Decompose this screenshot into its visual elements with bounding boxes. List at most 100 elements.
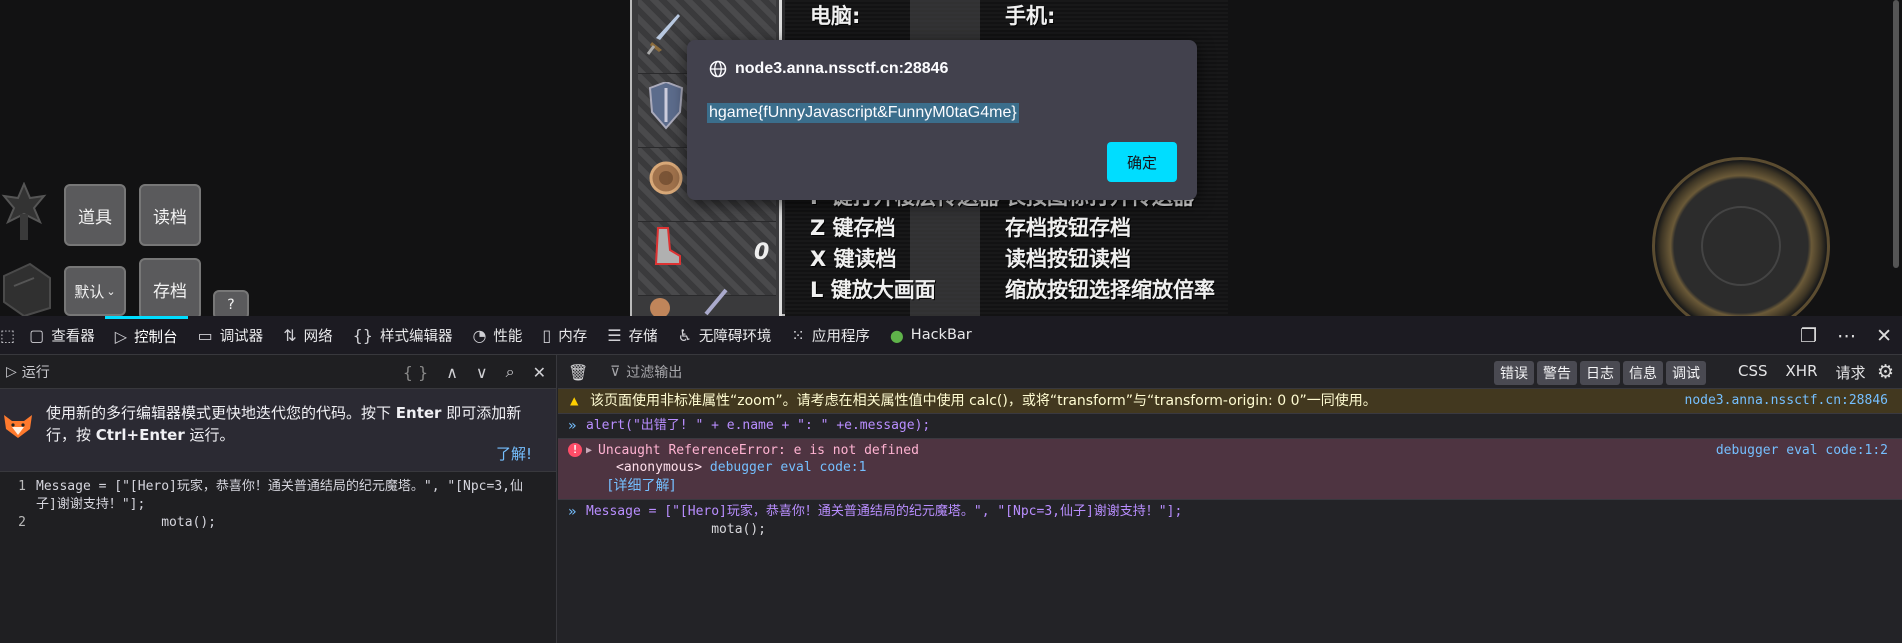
filter-debug[interactable]: 调试 — [1666, 361, 1706, 385]
globe-icon — [709, 60, 727, 78]
filter-xhr[interactable]: XHR — [1786, 362, 1818, 383]
error-icon: ! — [568, 443, 582, 457]
dpad-center[interactable] — [1701, 206, 1781, 286]
alert-origin: node3.anna.nssctf.cn:28846 — [709, 60, 948, 78]
line-number: 2 — [18, 515, 26, 530]
devtools-tabbar: ⬚ ▢ 查看器 ▷ 控制台 ▭ 调试器 ⇅ 网络 {} 样式编辑器 ◔ 性能 ▯ 内存 ☰ 存储… — [0, 315, 1902, 355]
help-mobile-label: 手机: — [1005, 4, 1056, 28]
input-text: mota(); — [586, 522, 767, 537]
line-number: 1 — [18, 479, 26, 494]
console-input-echo: » alert("出错了! " + e.name + ": " +e.messa… — [558, 414, 1902, 439]
element-picker-button[interactable]: ⬚ — [0, 316, 19, 355]
filter-css[interactable]: CSS — [1738, 362, 1768, 383]
learn-more-error-link[interactable]: [详细了解] — [608, 477, 675, 495]
input-text: Message = ["[Hero]玩家，恭喜你！通关普通结局的纪元魔塔。", … — [586, 504, 1183, 519]
filter-errors[interactable]: 错误 — [1494, 361, 1534, 385]
editor-toolbar: ▷ 运行 { } ∧ ∨ ⌕ ✕ — [0, 355, 556, 389]
history-down-icon[interactable]: ∨ — [476, 363, 488, 382]
alert-message: hgame{fUnnyJavascript&FunnyM0taG4me} — [707, 103, 1019, 123]
filter-requests[interactable]: 请求 — [1836, 362, 1866, 383]
tab-accessibility[interactable]: ♿ 无障碍环境 — [668, 316, 782, 355]
tab-storage[interactable]: ☰ 存储 — [597, 316, 667, 355]
zoom-select[interactable]: 默认 ⌄ — [64, 266, 126, 316]
warning-text: 该页面使用非标准属性“zoom”。请考虑在相关属性值中使用 calc()，或将“… — [590, 393, 1377, 409]
console-editor-pane: ▷ 运行 { } ∧ ∨ ⌕ ✕ 使用新的多行编辑器模式更快地迭代您的代码。按下 … — [0, 355, 557, 643]
more-options-icon[interactable]: ⋯ — [1837, 325, 1856, 347]
pretty-print-icon[interactable]: { } — [403, 363, 428, 382]
learn-more-link[interactable]: 了解! — [496, 443, 532, 464]
hackbar-icon: ● — [889, 325, 904, 345]
reverse-search-icon[interactable]: ⌕ — [506, 362, 515, 382]
help-line: 缩放按钮选择缩放倍率 — [1005, 278, 1215, 302]
close-icon[interactable]: ✕ — [1876, 325, 1892, 347]
style-editor-icon: {} — [352, 325, 373, 345]
tab-debugger[interactable]: ▭ 调试器 — [188, 316, 274, 355]
help-line: L 键放大画面 — [810, 278, 936, 302]
console-icon: ▷ — [114, 327, 128, 346]
performance-icon: ◔ — [472, 325, 487, 345]
history-up-icon[interactable]: ∧ — [446, 363, 458, 382]
input-chevron-icon: » — [568, 504, 577, 520]
dragon-emblem-icon — [1, 182, 47, 240]
accessibility-icon: ♿ — [677, 325, 692, 345]
devtools-window-controls: ❐ ⋯ ✕ — [1800, 316, 1892, 355]
help-line: X 键读档 — [810, 247, 897, 271]
tab-inspector[interactable]: ▢ 查看器 — [19, 316, 105, 355]
code-editor[interactable]: 1 Message = ["[Hero]玩家，恭喜你！通关普通结局的纪元魔塔。"… — [0, 472, 556, 532]
shield-icon — [648, 82, 684, 130]
load-button[interactable]: 读档 — [139, 184, 201, 246]
warning-icon: ▲ — [570, 393, 579, 409]
alert-dialog: node3.anna.nssctf.cn:28846 hgame{fUnnyJa… — [687, 40, 1197, 200]
fox-icon — [4, 415, 32, 438]
floor-counter: 0 — [754, 240, 770, 265]
application-icon: ⁙ — [791, 325, 805, 345]
clear-console-icon[interactable]: 🗑 — [568, 363, 588, 382]
help-line: Z 键存档 — [810, 216, 896, 240]
dock-icon[interactable]: ❐ — [1800, 325, 1817, 347]
page-scrollbar[interactable] — [1893, 0, 1899, 268]
tab-performance[interactable]: ◔ 性能 — [462, 316, 532, 355]
console-input-echo: » Message = ["[Hero]玩家，恭喜你！通关普通结局的纪元魔塔。"… — [558, 500, 1902, 544]
items-button[interactable]: 道具 — [64, 184, 126, 246]
code-line: 1 Message = ["[Hero]玩家，恭喜你！通关普通结局的纪元魔塔。"… — [0, 478, 556, 514]
tab-hackbar[interactable]: ● HackBar — [880, 316, 982, 355]
code-text: mota(); — [36, 515, 217, 530]
console-settings-icon[interactable]: ⚙ — [1877, 361, 1894, 383]
filter-warnings[interactable]: 警告 — [1537, 361, 1577, 385]
tab-network[interactable]: ⇅ 网络 — [273, 316, 342, 355]
filter-output[interactable]: ⊽ 过滤输出 — [610, 362, 682, 382]
expand-triangle-icon[interactable]: ▶ — [586, 442, 592, 460]
storage-icon: ☰ — [607, 325, 622, 345]
sword-icon — [646, 14, 680, 55]
help-line: 存档按钮存档 — [1005, 216, 1131, 240]
error-source-link[interactable]: debugger eval code:1:2 — [1716, 442, 1888, 460]
coin-icon — [649, 161, 683, 195]
tab-style-editor[interactable]: {} 样式编辑器 — [343, 316, 463, 355]
key-items-icon — [650, 288, 728, 316]
stack-frame-link[interactable]: debugger eval code:1 — [710, 460, 867, 475]
code-text: Message = ["[Hero]玩家，恭喜你！通关普通结局的纪元魔塔。", … — [36, 479, 523, 512]
alert-ok-button[interactable]: 确定 — [1107, 142, 1177, 182]
request-type-filters: CSS XHR 请求 — [1738, 362, 1866, 383]
network-icon: ⇅ — [283, 325, 297, 345]
close-editor-icon[interactable]: ✕ — [533, 363, 546, 382]
run-button[interactable]: ▷ 运行 — [6, 362, 50, 382]
tab-console[interactable]: ▷ 控制台 — [104, 315, 188, 355]
warning-source-link[interactable]: node3.anna.nssctf.cn:28846 — [1685, 392, 1889, 410]
memory-icon: ▯ — [542, 325, 552, 345]
book-icon — [3, 262, 51, 316]
error-text: Uncaught ReferenceError: e is not define… — [598, 443, 919, 458]
dpad-control[interactable] — [1652, 157, 1830, 316]
alert-origin-text: node3.anna.nssctf.cn:28846 — [735, 60, 949, 77]
filter-info[interactable]: 信息 — [1623, 361, 1663, 385]
input-text: alert("出错了! " + e.name + ": " +e.message… — [586, 418, 931, 433]
help-button[interactable]: ? — [213, 290, 249, 316]
help-line: 读档按钮读档 — [1005, 247, 1131, 271]
filter-logs[interactable]: 日志 — [1580, 361, 1620, 385]
tab-memory[interactable]: ▯ 内存 — [532, 316, 597, 355]
tab-application[interactable]: ⁙ 应用程序 — [781, 316, 879, 355]
play-icon: ▷ — [6, 363, 17, 380]
save-button[interactable]: 存档 — [139, 258, 201, 316]
code-line: 2 mota(); — [0, 514, 556, 532]
boots-icon — [654, 227, 681, 265]
